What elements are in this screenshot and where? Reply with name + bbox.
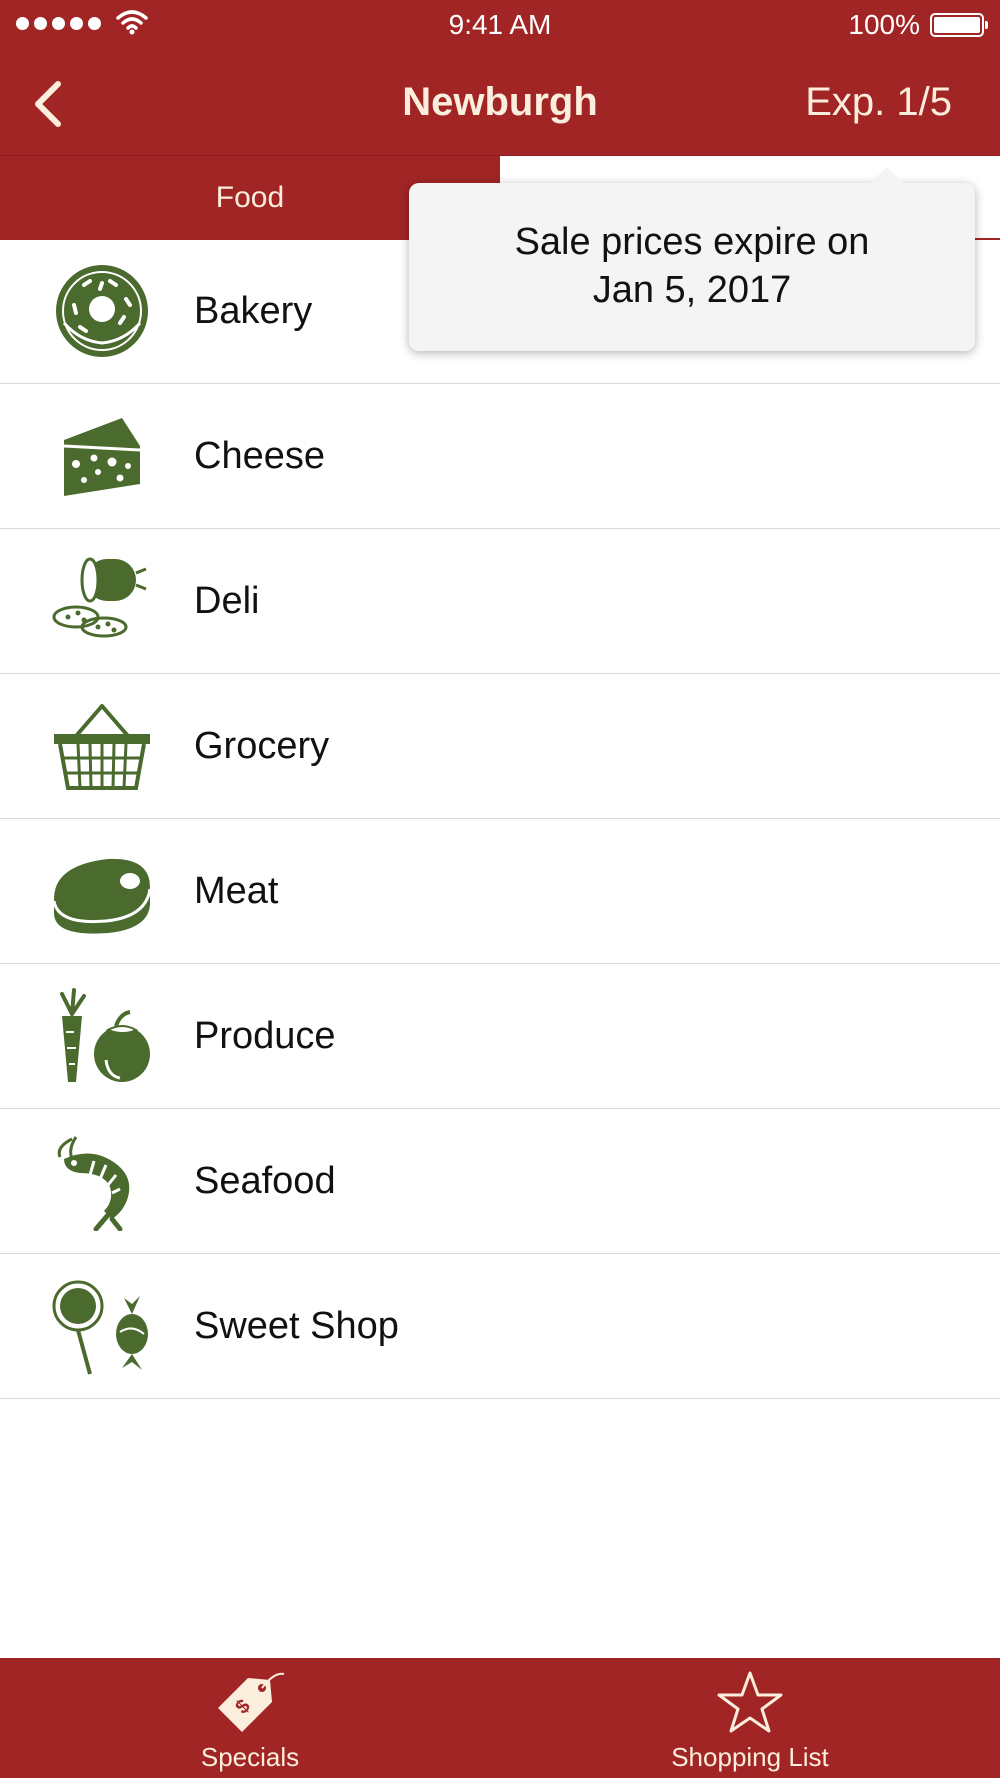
- steak-icon: [52, 858, 152, 934]
- basket-icon: [54, 704, 150, 790]
- list-item[interactable]: Sweet Shop: [0, 1254, 1000, 1399]
- list-item[interactable]: Cheese: [0, 384, 1000, 529]
- cheese-icon: [63, 418, 141, 496]
- expiration-popover: Sale prices expire on Jan 5, 2017: [409, 167, 975, 351]
- list-item[interactable]: Produce: [0, 964, 1000, 1109]
- status-bar: 9:41 AM 100%: [0, 0, 1000, 50]
- carrot-tomato-icon: [60, 988, 150, 1082]
- popover-text-line1: Sale prices expire on: [514, 221, 870, 263]
- lollipop-candy-icon: [52, 1280, 148, 1375]
- list-item[interactable]: Grocery: [0, 674, 1000, 819]
- list-item-label: Deli: [194, 580, 260, 622]
- salami-icon: [52, 557, 147, 638]
- tab-shopping-list[interactable]: Shopping List: [500, 1658, 1000, 1778]
- list-item[interactable]: Seafood: [0, 1109, 1000, 1254]
- tab-specials[interactable]: $ Specials: [0, 1658, 500, 1778]
- category-list: Bakery Cheese Deli Grocery Meat Produce …: [0, 239, 1000, 1399]
- donut-icon: [56, 265, 148, 357]
- star-icon: [717, 1671, 783, 1733]
- list-item[interactable]: Deli: [0, 529, 1000, 674]
- battery-icon: [930, 13, 988, 37]
- battery-percentage: 100%: [848, 9, 920, 40]
- tab-shopping-list-label: Shopping List: [671, 1742, 829, 1772]
- navigation-bar: Newburgh Exp. 1/5: [0, 50, 1000, 155]
- list-item-label: Cheese: [194, 435, 325, 477]
- bottom-tab-bar: $ Specials Shopping List: [0, 1658, 1000, 1778]
- popover-text-line2: Jan 5, 2017: [592, 269, 792, 311]
- list-item-label: Bakery: [194, 290, 313, 332]
- price-tag-icon: $: [218, 1672, 285, 1732]
- popover-arrow: [869, 167, 905, 184]
- list-item-label: Seafood: [194, 1160, 336, 1202]
- shrimp-icon: [57, 1136, 130, 1231]
- tab-specials-label: Specials: [200, 1742, 300, 1772]
- list-item-label: Sweet Shop: [194, 1305, 399, 1347]
- list-item[interactable]: Meat: [0, 819, 1000, 964]
- list-item-label: Grocery: [194, 725, 330, 767]
- list-item-label: Meat: [194, 870, 279, 912]
- list-item-label: Produce: [194, 1015, 336, 1057]
- expiration-button[interactable]: Exp. 1/5: [805, 80, 952, 125]
